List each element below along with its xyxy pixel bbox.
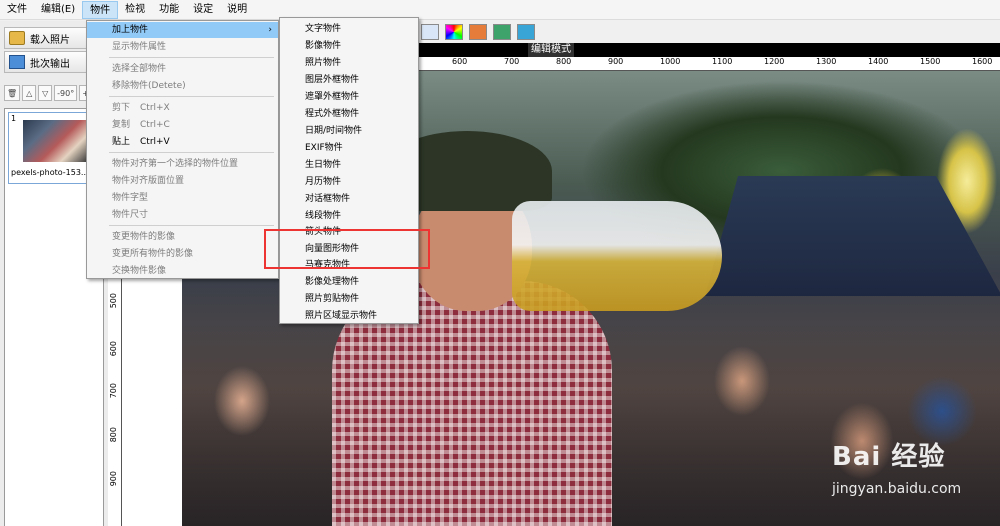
menu-item-align-layout[interactable]: 物件对齐版面位置 (87, 173, 278, 189)
menu-item-copy[interactable]: 复制 Ctrl+C (87, 117, 278, 133)
menubar: 文件 编辑(E) 物件 检视 功能 设定 说明 (0, 0, 1000, 20)
submenu-item-mask-frame[interactable]: 遮罩外框物件 (280, 89, 418, 105)
menu-view[interactable]: 检视 (118, 1, 152, 19)
ruler-left-label: 800 (109, 427, 118, 443)
menu-item-shortcut: Ctrl+X (140, 103, 170, 113)
baidu-watermark: Bai 经验 jingyan.baidu.com (832, 436, 1000, 516)
menu-item-label: 贴上 (112, 137, 131, 147)
submenu-item-photo-region[interactable]: 照片区域显示物件 (280, 308, 418, 324)
ruler-top-label: 700 (504, 57, 520, 66)
display-tool-icon[interactable] (517, 24, 535, 40)
ruler-top-label: 1100 (712, 57, 733, 66)
trash-icon: 🗑 (7, 88, 18, 98)
menu-item-size[interactable]: 物件尺寸 (87, 207, 278, 223)
menu-item-font[interactable]: 物件字型 (87, 190, 278, 206)
submenu-item-calendar[interactable]: 月历物件 (280, 174, 418, 190)
load-photo-label: 载入照片 (30, 34, 70, 46)
menu-item-select-all[interactable]: 选择全部物件 (87, 61, 278, 77)
thumbnail-index: 1 (11, 114, 17, 123)
submenu-item-photo-clip[interactable]: 照片剪贴物件 (280, 291, 418, 307)
menu-item-show-properties[interactable]: 显示物件属性 (87, 39, 278, 55)
ruler-top-label: 1200 (764, 57, 785, 66)
menu-item-change-all-images[interactable]: 变更所有物件的影像 (87, 246, 278, 262)
ruler-top-label: 800 (556, 57, 572, 66)
move-up-button[interactable]: △ (22, 85, 37, 101)
menu-separator (109, 96, 274, 97)
ruler-top-label: 600 (452, 57, 468, 66)
menu-separator (109, 57, 274, 58)
folder-icon (9, 31, 25, 45)
submenu-item-datetime[interactable]: 日期/时间物件 (280, 123, 418, 139)
color-palette-icon[interactable] (445, 24, 463, 40)
menu-item-cut[interactable]: 剪下 Ctrl+X (87, 100, 278, 116)
batch-output-label: 批次输出 (30, 58, 70, 70)
photo-beer-glass (512, 201, 722, 311)
thumbnail-filename: pexels-photo-153... (11, 168, 89, 177)
submenu-item-image-processing[interactable]: 影像处理物件 (280, 274, 418, 290)
submenu-item-layer-frame[interactable]: 图层外框物件 (280, 72, 418, 88)
photo-tent (705, 176, 1000, 296)
thumbnail-image (23, 120, 87, 162)
submenu-item-dialog[interactable]: 对话框物件 (280, 191, 418, 207)
submenu-item-birthday[interactable]: 生日物件 (280, 157, 418, 173)
menu-file[interactable]: 文件 (0, 1, 34, 19)
watermark-brand: Bai 经验 (832, 442, 946, 472)
ruler-top-label: 900 (608, 57, 624, 66)
move-down-button[interactable]: ▽ (38, 85, 53, 101)
ruler-left-label: 500 (109, 293, 118, 309)
ruler-top-label: 1000 (660, 57, 681, 66)
photo-tool-icon[interactable] (493, 24, 511, 40)
menu-help[interactable]: 说明 (220, 1, 254, 19)
delete-button[interactable]: 🗑 (4, 85, 21, 101)
menu-item-add-object[interactable]: 加上物件 › (87, 22, 278, 38)
ruler-left-label: 600 (109, 341, 118, 357)
menu-item-label: 加上物件 (112, 25, 149, 35)
submenu-item-text[interactable]: 文字物件 (280, 21, 418, 37)
menu-settings[interactable]: 设定 (186, 1, 220, 19)
submenu-item-photo[interactable]: 照片物件 (280, 55, 418, 71)
rotate-left-button[interactable]: -90° (54, 85, 78, 101)
menu-separator (109, 152, 274, 153)
submenu-item-line[interactable]: 线段物件 (280, 208, 418, 224)
triangle-up-icon: △ (26, 88, 33, 98)
menu-function[interactable]: 功能 (152, 1, 186, 19)
menu-item-remove[interactable]: 移除物件(Detete) (87, 78, 278, 94)
menu-item-change-image[interactable]: 变更物件的影像 (87, 229, 278, 245)
menu-item-label: 复制 (112, 120, 131, 130)
chevron-right-icon: › (268, 25, 272, 35)
cursor-tool-icon[interactable] (421, 24, 439, 40)
ruler-top-label: 1300 (816, 57, 837, 66)
image-effect-icon[interactable] (469, 24, 487, 40)
object-menu: 加上物件 › 显示物件属性 选择全部物件 移除物件(Detete) 剪下 Ctr… (86, 20, 279, 279)
menu-object[interactable]: 物件 (82, 0, 119, 19)
add-object-submenu: 文字物件 影像物件 照片物件 图层外框物件 遮罩外框物件 程式外框物件 日期/时… (279, 17, 419, 324)
ruler-left-label: 900 (109, 471, 118, 487)
menu-separator (109, 225, 274, 226)
menu-item-shortcut: Ctrl+V (140, 137, 170, 147)
menu-edit[interactable]: 编辑(E) (34, 1, 82, 19)
ruler-top-label: 1500 (920, 57, 941, 66)
highlight-annotation-box (264, 229, 430, 269)
thumbnail-item[interactable]: 1 pexels-photo-153... (8, 112, 92, 184)
ruler-top-label: 1400 (868, 57, 889, 66)
mode-label: 编辑模式 (528, 43, 574, 57)
triangle-down-icon: ▽ (42, 88, 49, 98)
save-icon (9, 55, 25, 69)
menu-item-align-first[interactable]: 物件对齐第一个选择的物件位置 (87, 156, 278, 172)
menu-item-paste[interactable]: 贴上 Ctrl+V (87, 134, 278, 150)
menu-item-shortcut: Ctrl+C (140, 120, 170, 130)
submenu-item-program-frame[interactable]: 程式外框物件 (280, 106, 418, 122)
menu-item-label: 剪下 (112, 103, 131, 113)
watermark-url: jingyan.baidu.com (832, 481, 962, 497)
menu-item-swap-images[interactable]: 交换物件影像 (87, 263, 278, 279)
submenu-item-image[interactable]: 影像物件 (280, 38, 418, 54)
ruler-left-label: 700 (109, 383, 118, 399)
submenu-item-exif[interactable]: EXIF物件 (280, 140, 418, 156)
ruler-top-label: 1600 (972, 57, 993, 66)
